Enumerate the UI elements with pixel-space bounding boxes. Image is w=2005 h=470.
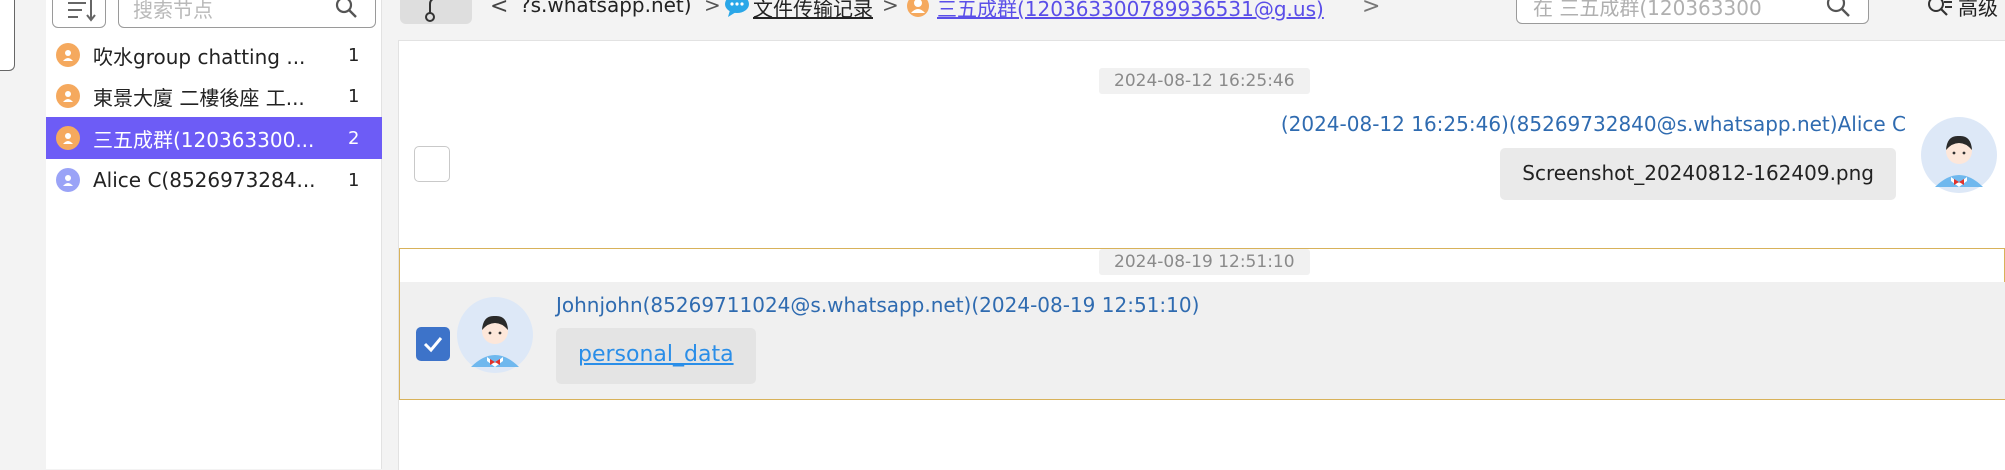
advanced-search-icon[interactable] bbox=[1926, 0, 1954, 26]
node-label: 三五成群(120363300... bbox=[93, 127, 315, 152]
group-avatar-icon bbox=[56, 126, 80, 150]
message-link[interactable]: personal_data bbox=[578, 342, 734, 367]
sidebar-node-chatting-group[interactable]: 吹水group chatting ... 1 bbox=[46, 35, 382, 75]
node-label: 東景大廈 二樓後座 工... bbox=[93, 85, 305, 110]
find-in-chat-input[interactable] bbox=[1533, 0, 1813, 23]
group-avatar-icon bbox=[56, 43, 80, 67]
breadcrumb-more-chevron-icon[interactable]: > bbox=[1362, 0, 1380, 19]
message-bubble[interactable]: Screenshot_20240812-162409.png bbox=[1500, 148, 1896, 200]
message-timestamp: 2024-08-12 16:25:46 bbox=[1099, 68, 1310, 94]
node-count: 2 bbox=[348, 127, 360, 149]
breadcrumb-separator: > bbox=[704, 0, 721, 17]
find-in-chat-box[interactable] bbox=[1516, 0, 1869, 24]
advanced-search-label[interactable]: 高级 bbox=[1958, 0, 1998, 21]
group-avatar-icon bbox=[906, 0, 930, 23]
person-avatar-icon bbox=[56, 168, 80, 192]
branch-icon bbox=[425, 0, 435, 22]
node-count: 1 bbox=[348, 169, 360, 191]
sidebar-node-building-group[interactable]: 東景大廈 二樓後座 工... 1 bbox=[46, 76, 382, 116]
group-avatar-icon bbox=[56, 84, 80, 108]
sort-icon bbox=[68, 0, 96, 22]
node-count: 1 bbox=[348, 85, 360, 107]
message-select-checkbox[interactable] bbox=[414, 146, 450, 182]
collapse-handle[interactable] bbox=[0, 0, 15, 71]
sidebar-node-sanwu-group[interactable]: 三五成群(120363300... 2 bbox=[46, 117, 382, 159]
node-search-box[interactable] bbox=[118, 0, 376, 28]
user-avatar-icon bbox=[1921, 117, 1997, 197]
message-timestamp: 2024-08-19 12:51:10 bbox=[1099, 249, 1310, 275]
sidebar-node-alice[interactable]: Alice C(8526973284... 1 bbox=[46, 160, 382, 200]
breadcrumb-back-chevron-icon[interactable]: < bbox=[490, 0, 508, 19]
node-count: 1 bbox=[348, 44, 360, 66]
breadcrumb-current[interactable]: 三五成群(120363300789936531@g.us) bbox=[937, 0, 1324, 22]
check-icon bbox=[423, 337, 443, 353]
message-sender-header: (2024-08-12 16:25:46)(85269732840@s.what… bbox=[1280, 112, 1906, 136]
node-search-input[interactable] bbox=[133, 0, 333, 27]
search-icon[interactable] bbox=[333, 0, 359, 25]
branch-button[interactable] bbox=[400, 0, 472, 24]
breadcrumb-separator: > bbox=[882, 0, 899, 17]
breadcrumb-item[interactable]: 文件传输记录 bbox=[753, 0, 873, 22]
user-avatar-icon bbox=[457, 297, 533, 377]
sort-button[interactable] bbox=[52, 0, 106, 28]
node-label: 吹水group chatting ... bbox=[93, 44, 306, 69]
search-icon[interactable] bbox=[1824, 0, 1852, 23]
message-sender-header: Johnjohn(85269711024@s.whatsapp.net)(202… bbox=[556, 293, 1200, 317]
breadcrumb-item[interactable]: ?s.whatsapp.net) bbox=[520, 0, 692, 17]
node-label: Alice C(8526973284... bbox=[93, 168, 316, 192]
chat-bubble-icon bbox=[724, 0, 750, 23]
message-select-checkbox[interactable] bbox=[416, 327, 450, 361]
message-text: Screenshot_20240812-162409.png bbox=[1522, 161, 1874, 185]
message-bubble[interactable]: personal_data bbox=[556, 328, 756, 384]
